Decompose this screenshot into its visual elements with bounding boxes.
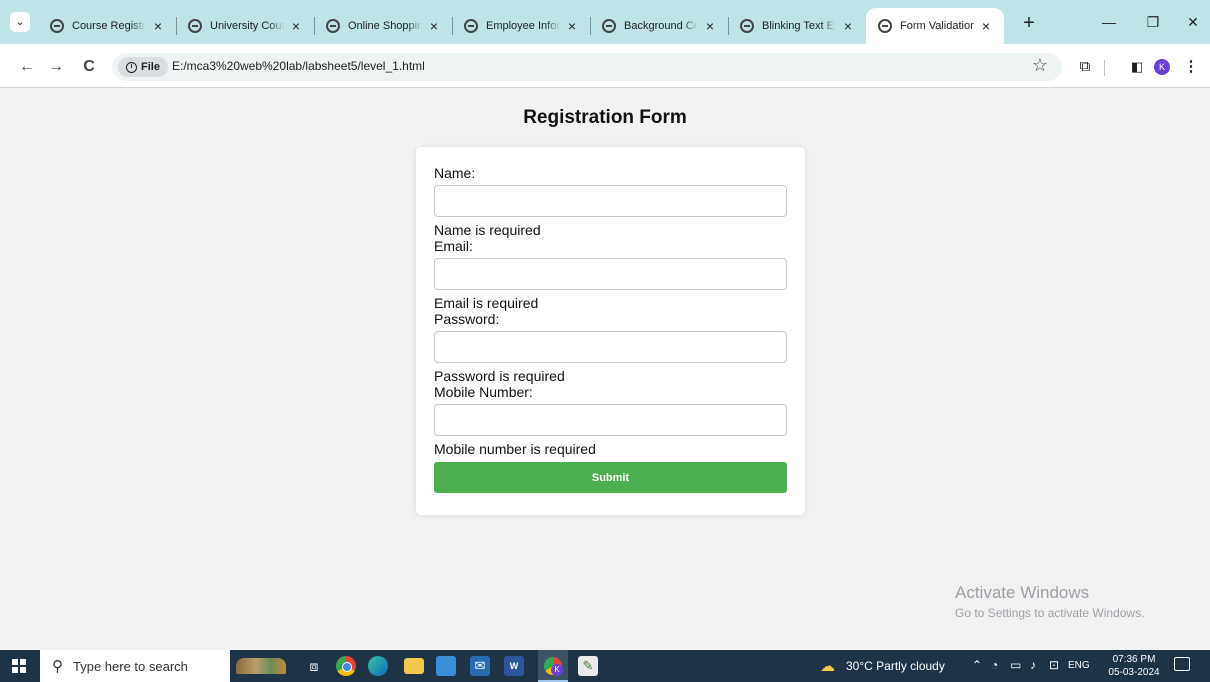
side-panel-icon[interactable]: ◧ [1126,56,1148,78]
notepad-icon[interactable]: ✎ [578,656,598,676]
tab-employee-information[interactable]: Employee Information × [452,8,590,44]
mail-icon[interactable]: ✉ [470,656,490,676]
tab-title: Online Shopping [348,20,422,32]
close-tab-icon[interactable]: × [978,18,994,34]
globe-icon [188,19,202,33]
tab-title: Background Color [624,20,698,32]
site-info-label: File [141,61,160,73]
email-error: Email is required [434,295,539,311]
search-highlight-image[interactable] [236,658,286,674]
tab-title: University Course [210,20,284,32]
tab-blinking-text[interactable]: Blinking Text Example × [728,8,866,44]
weather-partly-cloudy-icon[interactable]: ☁ [820,657,835,675]
tab-title: Course Registration [72,20,146,32]
notifications-icon[interactable] [1174,657,1190,671]
page-title: Registration Form [523,107,687,128]
taskbar: ⚲ Type here to search ⧈ ✉ W ✎ ☁ 30°C Par… [0,650,1210,682]
reload-button[interactable]: C [76,54,102,80]
email-label: Email: [434,238,473,254]
name-error: Name is required [434,222,541,238]
tab-search-chevron-icon[interactable]: ⌄ [10,12,30,32]
clock-time: 07:36 PM [1112,654,1156,665]
browser-toolbar: ← → C i File E:/mca3%20web%20lab/labshee… [0,44,1210,88]
globe-icon [878,19,892,33]
name-input[interactable] [434,185,787,217]
password-input[interactable] [434,331,787,363]
registration-form-card: Name: Name is required Email: Email is r… [416,147,805,515]
chrome-icon[interactable] [336,656,356,676]
clock[interactable]: 07:36 PM 05-03-2024 [1106,653,1162,679]
tab-form-validation[interactable]: Form Validation × [866,8,1004,44]
search-placeholder: Type here to search [73,658,188,674]
toolbar-divider [1104,60,1105,76]
watermark-title: Activate Windows [955,583,1090,602]
tab-title: Form Validation [900,20,974,32]
microsoft-store-icon[interactable] [436,656,456,676]
show-hidden-icons-icon[interactable]: ⌃ [972,658,982,672]
battery-icon[interactable]: ▭ [1010,658,1021,672]
activate-windows-watermark: Activate Windows Go to Settings to activ… [955,583,1144,620]
file-explorer-icon[interactable] [404,658,424,674]
tab-title: Employee Information [486,20,560,32]
tab-strip: ⌄ Course Registration × University Cours… [0,0,1210,44]
globe-icon [740,19,754,33]
email-input[interactable] [434,258,787,290]
profile-avatar[interactable]: K [1154,59,1170,75]
clock-date: 05-03-2024 [1108,667,1160,678]
more-menu-icon[interactable]: ⋮ [1180,56,1202,78]
tab-title: Blinking Text Example [762,20,836,32]
new-tab-button[interactable]: + [1015,10,1043,38]
taskbar-search[interactable]: ⚲ Type here to search [40,650,230,682]
password-error: Password is required [434,368,565,384]
edge-icon[interactable] [368,656,388,676]
close-tab-icon[interactable]: × [564,18,580,34]
address-bar[interactable]: i File E:/mca3%20web%20lab/labsheet5/lev… [112,53,1062,81]
globe-icon [602,19,616,33]
wifi-icon[interactable]: ◔ [991,658,998,672]
url-text[interactable]: E:/mca3%20web%20lab/labsheet5/level_1.ht… [172,59,425,73]
info-icon: i [126,61,137,73]
close-tab-icon[interactable]: × [288,18,304,34]
globe-icon [50,19,64,33]
close-tab-icon[interactable]: × [426,18,442,34]
password-label: Password: [434,311,500,327]
windows-start-icon[interactable] [12,659,26,673]
back-button[interactable]: ← [14,54,40,80]
word-icon[interactable]: W [504,656,524,676]
search-icon: ⚲ [52,658,63,675]
forward-button[interactable]: → [43,54,69,80]
task-view-icon[interactable]: ⧈ [304,656,324,676]
mobile-error: Mobile number is required [434,441,596,457]
ime-icon[interactable]: ⊡ [1049,658,1059,672]
mobile-input[interactable] [434,404,787,436]
watermark-subtitle: Go to Settings to activate Windows. [955,606,1145,620]
minimize-button[interactable]: — [1086,8,1132,36]
close-tab-icon[interactable]: × [150,18,166,34]
globe-icon [326,19,340,33]
tab-university-course[interactable]: University Course × [176,8,314,44]
extensions-puzzle-icon[interactable]: ⧉ [1074,56,1096,78]
chrome-profile-icon[interactable] [538,650,568,682]
mobile-label: Mobile Number: [434,384,533,400]
tab-list: Course Registration × University Course … [38,8,1004,44]
close-tab-icon[interactable]: × [702,18,718,34]
volume-icon[interactable]: ♪ [1030,658,1036,672]
submit-button[interactable]: Submit [434,462,787,493]
tab-course-registration[interactable]: Course Registration × [38,8,176,44]
close-tab-icon[interactable]: × [840,18,856,34]
language-indicator[interactable]: ENG [1068,660,1090,671]
globe-icon [464,19,478,33]
name-label: Name: [434,165,476,181]
tab-background-color[interactable]: Background Color × [590,8,728,44]
page-viewport: Registration Form Name: Name is required… [0,89,1210,650]
tab-online-shopping[interactable]: Online Shopping × [314,8,452,44]
weather-text[interactable]: 30°C Partly cloudy [846,659,945,673]
close-window-button[interactable]: ✕ [1170,8,1210,36]
site-info-chip[interactable]: i File [118,57,168,77]
bookmark-star-icon[interactable]: ☆ [1032,55,1048,76]
